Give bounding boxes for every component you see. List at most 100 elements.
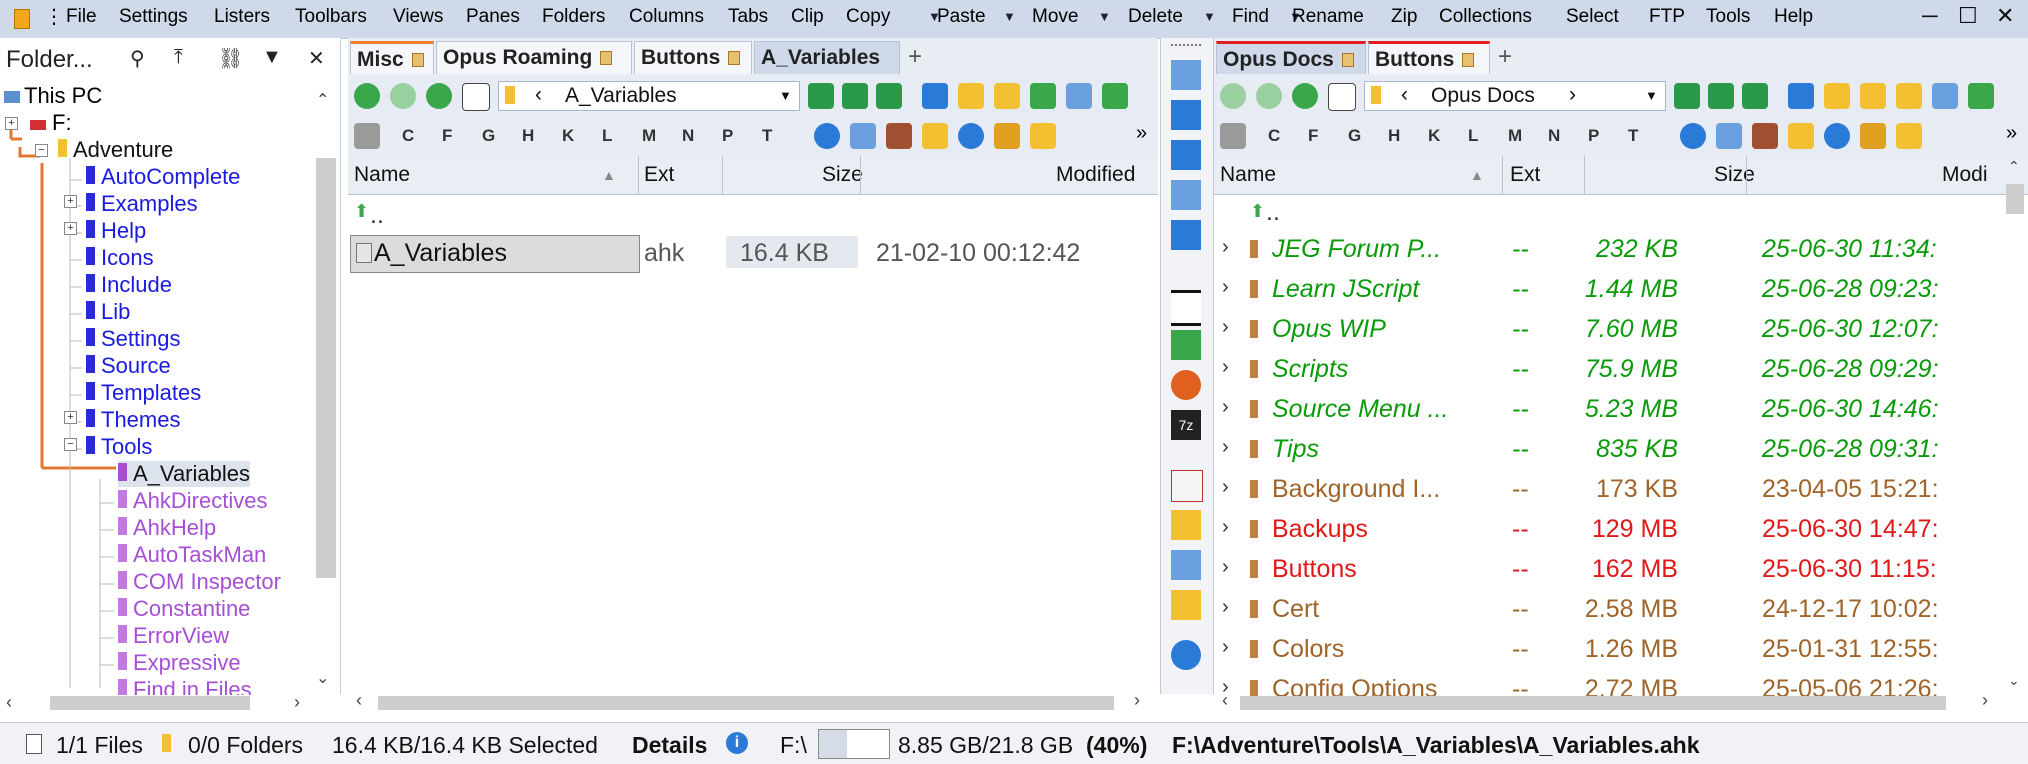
drive-p[interactable]: P: [722, 126, 733, 146]
tree-node-settings[interactable]: Settings: [86, 326, 181, 352]
expand-chevron-icon[interactable]: ›: [1222, 316, 1229, 339]
tab-misc[interactable]: Misc: [350, 41, 434, 74]
layout-window-icon[interactable]: [1171, 100, 1201, 130]
tree-vertical-scrollbar[interactable]: [316, 158, 336, 578]
minimize-icon[interactable]: ─: [1922, 3, 1938, 29]
violin-icon[interactable]: [1752, 123, 1778, 149]
expand-chevron-icon[interactable]: ›: [1222, 516, 1229, 539]
more-icon[interactable]: ⋮: [44, 4, 64, 29]
tab-opus-roaming[interactable]: Opus Roaming: [436, 41, 632, 74]
image-edit-icon[interactable]: [1171, 330, 1201, 360]
folder-row[interactable]: › Colors -- 1.26 MB 25-01-31 12:55:: [1214, 630, 2028, 670]
dual-pane-icon[interactable]: [876, 83, 902, 109]
drive-p[interactable]: P: [1588, 126, 1599, 146]
drive-t[interactable]: T: [1628, 126, 1638, 146]
globe-icon[interactable]: [814, 123, 840, 149]
properties-icon[interactable]: [1066, 83, 1092, 109]
tree-node-templates[interactable]: Templates: [86, 380, 201, 406]
tree-node-icons[interactable]: Icons: [86, 245, 154, 271]
new-folder-icon[interactable]: [958, 83, 984, 109]
settings-icon[interactable]: [1716, 123, 1742, 149]
tree-scroll-down-icon[interactable]: ⌄: [316, 668, 329, 688]
parent-folder-row[interactable]: ⬆ ..: [1214, 196, 2028, 230]
path-dropdown-icon[interactable]: ▼: [779, 88, 792, 103]
tree-node-drive[interactable]: F:: [30, 110, 72, 136]
layout-split-icon[interactable]: [1171, 140, 1201, 170]
menu-listers[interactable]: Listers: [214, 6, 270, 28]
tree-node-expressive[interactable]: Expressive: [118, 650, 241, 676]
menu-help[interactable]: Help: [1774, 6, 1813, 28]
column-size[interactable]: Size: [822, 163, 863, 187]
drive-h[interactable]: H: [1388, 126, 1400, 146]
properties-icon[interactable]: [1932, 83, 1958, 109]
tools-icon[interactable]: [994, 123, 1020, 149]
menu-find[interactable]: Find: [1232, 6, 1269, 28]
7zip-icon[interactable]: 7z: [1171, 410, 1201, 440]
tree-node-autotaskman[interactable]: AutoTaskMan: [118, 542, 266, 568]
menu-settings[interactable]: Settings: [119, 6, 188, 28]
folder-row[interactable]: › JEG Forum P... -- 232 KB 25-06-30 11:34:: [1214, 230, 2028, 270]
menu-tabs[interactable]: Tabs: [728, 6, 768, 28]
tree-node-source[interactable]: Source: [86, 353, 171, 379]
close-icon[interactable]: ✕: [1996, 3, 2014, 29]
drive-c[interactable]: C: [402, 126, 414, 146]
column-separator[interactable]: [638, 156, 639, 194]
menu-columns[interactable]: Columns: [629, 6, 704, 28]
menu-select[interactable]: Select: [1566, 6, 1619, 28]
breadcrumb-next-icon[interactable]: ›: [1569, 83, 1576, 107]
right-vertical-scrollbar[interactable]: [2006, 184, 2024, 214]
info-icon[interactable]: i: [726, 732, 748, 754]
menu-panes[interactable]: Panes: [466, 6, 520, 28]
column-ext[interactable]: Ext: [1510, 163, 1540, 187]
expand-chevron-icon[interactable]: ›: [1222, 476, 1229, 499]
column-separator[interactable]: [1746, 156, 1747, 194]
delete-dropdown-icon[interactable]: ▼: [1203, 9, 1216, 24]
expand-chevron-icon[interactable]: ›: [1222, 596, 1229, 619]
expand-chevron-icon[interactable]: ›: [1222, 636, 1229, 659]
settings-icon[interactable]: [850, 123, 876, 149]
checked-file-icon[interactable]: [1030, 83, 1056, 109]
folder-row[interactable]: › Cert -- 2.58 MB 24-12-17 10:02:: [1214, 590, 2028, 630]
tools-icon[interactable]: [1860, 123, 1886, 149]
list-view-icon[interactable]: [1171, 290, 1201, 326]
tree-node-include[interactable]: Include: [86, 272, 172, 298]
folder-add-icon[interactable]: [1171, 590, 1201, 620]
back-icon[interactable]: [1220, 83, 1246, 109]
drive-m[interactable]: M: [1508, 126, 1522, 146]
select-folder-icon[interactable]: [1860, 83, 1886, 109]
back-icon[interactable]: [354, 83, 380, 109]
up-icon[interactable]: [426, 83, 452, 109]
tree-node-adventure[interactable]: Adventure: [58, 137, 173, 163]
tree-node-ahkhelp[interactable]: AhkHelp: [118, 515, 216, 541]
scroll-up-icon[interactable]: ⌃: [2008, 158, 2020, 175]
new-tab-icon[interactable]: +: [1498, 43, 1512, 71]
scroll-down-icon[interactable]: ⌄: [2008, 672, 2020, 689]
tab-opus-docs[interactable]: Opus Docs: [1216, 41, 1366, 74]
menu-rename[interactable]: Rename: [1292, 6, 1364, 28]
menu-copy[interactable]: Copy: [846, 6, 890, 28]
app-folder-icon[interactable]: [14, 9, 30, 29]
folder-row[interactable]: › Learn JScript -- 1.44 MB 25-06-28 09:23:: [1214, 270, 2028, 310]
drive-t[interactable]: T: [762, 126, 772, 146]
menu-toolbars[interactable]: Toolbars: [295, 6, 367, 28]
select-folder-icon[interactable]: [994, 83, 1020, 109]
layout-single-icon[interactable]: [1171, 60, 1201, 90]
scroll-right-icon[interactable]: ›: [1134, 690, 1140, 711]
tree-horizontal-scrollbar[interactable]: [50, 696, 250, 710]
folder-window-icon[interactable]: [1030, 123, 1056, 149]
tree-node-examples[interactable]: Examples: [86, 191, 198, 217]
drive-m[interactable]: M: [642, 126, 656, 146]
tree-collapse-icon[interactable]: −: [35, 144, 48, 157]
menu-file[interactable]: File: [66, 6, 97, 28]
right-horizontal-scrollbar[interactable]: [1240, 696, 1946, 710]
toolbar-overflow-icon[interactable]: »: [2006, 122, 2017, 145]
tree-node-constantine[interactable]: Constantine: [118, 596, 250, 622]
menu-collections[interactable]: Collections: [1439, 6, 1532, 28]
column-ext[interactable]: Ext: [644, 163, 674, 187]
menu-zip[interactable]: Zip: [1391, 6, 1417, 28]
drive-h[interactable]: H: [522, 126, 534, 146]
menu-clip[interactable]: Clip: [791, 6, 824, 28]
column-name[interactable]: Name: [354, 163, 410, 187]
drive-n[interactable]: N: [1548, 126, 1560, 146]
forward-icon[interactable]: [1256, 83, 1282, 109]
